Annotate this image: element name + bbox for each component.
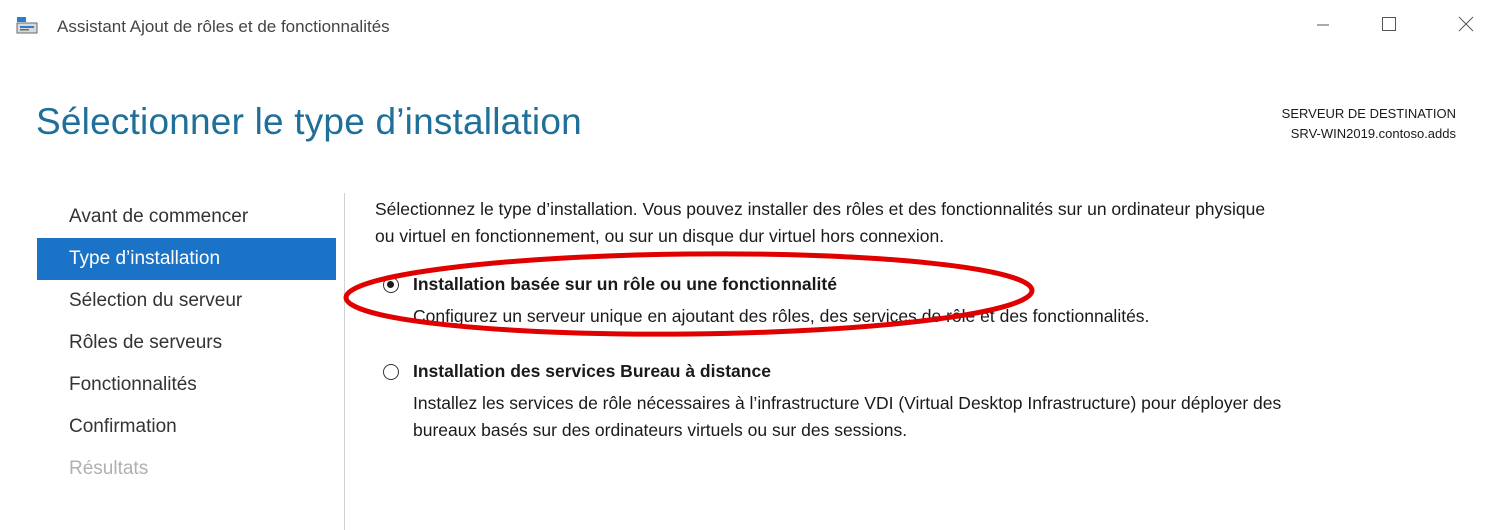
panel-divider [344, 193, 345, 530]
maximize-button[interactable] [1366, 8, 1412, 44]
option-role-based-description: Configurez un serveur unique en ajoutant… [413, 306, 1150, 326]
wizard-navigation: Avant de commencer Type d’installation S… [37, 196, 336, 490]
nav-item-avant-de-commencer[interactable]: Avant de commencer [37, 196, 336, 238]
intro-line-2: ou virtuel en fonctionnement, ou sur un … [375, 226, 945, 246]
option-remote-desktop: Installation des services Bureau à dista… [375, 361, 1463, 444]
window-title: Assistant Ajout de rôles et de fonctionn… [57, 17, 390, 36]
minimize-icon [1316, 17, 1330, 36]
maximize-icon [1381, 16, 1397, 37]
option-remote-desktop-description: Installez les services de rôle nécessair… [413, 390, 1463, 444]
option-remote-desktop-row[interactable]: Installation des services Bureau à dista… [375, 361, 1463, 382]
destination-server-name: SRV-WIN2019.contoso.adds [1290, 126, 1456, 141]
title-bar: Assistant Ajout de rôles et de fonctionn… [0, 0, 1498, 52]
radio-role-based[interactable] [383, 276, 399, 293]
page-title: Sélectionner le type d’installation [36, 101, 582, 142]
intro-line-1: Sélectionnez le type d’installation. Vou… [375, 199, 1266, 219]
minimize-button[interactable] [1300, 8, 1346, 44]
option-role-based-label[interactable]: Installation basée sur un rôle ou une fo… [413, 274, 837, 295]
option-remote-desktop-description-line-1: Installez les services de rôle nécessair… [413, 393, 1282, 413]
radio-remote-desktop[interactable] [383, 363, 399, 380]
nav-item-fonctionnalites[interactable]: Fonctionnalités [37, 364, 336, 406]
main-content: Sélectionnez le type d’installation. Vou… [375, 196, 1465, 440]
close-button[interactable] [1443, 8, 1489, 44]
option-role-based: Installation basée sur un rôle ou une fo… [375, 274, 1463, 330]
server-manager-icon [16, 16, 38, 34]
destination-server-label: SERVEUR DE DESTINATION [1281, 106, 1456, 121]
intro-text: Sélectionnez le type d’installation. Vou… [375, 196, 1465, 250]
option-remote-desktop-description-line-2: bureaux basés sur des ordinateurs virtue… [413, 420, 908, 440]
nav-item-type-installation[interactable]: Type d’installation [37, 238, 336, 280]
nav-item-resultats: Résultats [69, 458, 149, 479]
nav-item-roles-serveurs[interactable]: Rôles de serveurs [37, 322, 336, 364]
close-icon [1457, 15, 1475, 38]
option-remote-desktop-label[interactable]: Installation des services Bureau à dista… [413, 361, 771, 382]
nav-item-selection-serveur[interactable]: Sélection du serveur [37, 280, 336, 322]
option-role-based-row[interactable]: Installation basée sur un rôle ou une fo… [375, 274, 1463, 295]
nav-item-confirmation[interactable]: Confirmation [37, 406, 336, 448]
